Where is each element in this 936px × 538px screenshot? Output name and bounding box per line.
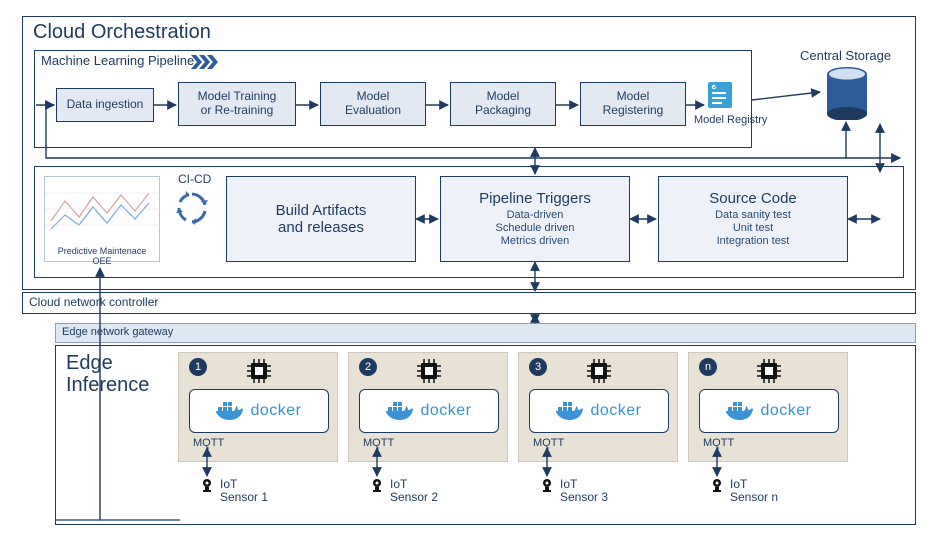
node-badge: n — [699, 358, 717, 376]
cicd-cycle-icon — [172, 188, 212, 228]
chevrons-icon — [191, 55, 225, 69]
edge-title: Edge Inference — [66, 352, 149, 396]
iot-sensor-n: IoT Sensor n — [710, 478, 778, 504]
docker-container: docker — [699, 389, 839, 433]
build-line1: Build Artifacts — [276, 202, 367, 219]
edge-node-2: 2 docker MQTT — [348, 352, 508, 462]
chip-icon — [585, 357, 613, 385]
source-title: Source Code — [709, 190, 797, 207]
iot-sensor-2: IoT Sensor 2 — [370, 478, 438, 504]
source-code-box: Source Code Data sanity testUnit testInt… — [658, 176, 848, 262]
node-badge: 1 — [189, 358, 207, 376]
chip-icon — [245, 357, 273, 385]
stage-model-registering: Model Registering — [580, 82, 686, 126]
camera-icon — [370, 478, 384, 492]
central-storage-label: Central Storage — [800, 48, 891, 63]
docker-whale-icon — [556, 400, 584, 422]
stage-model-evaluation: Model Evaluation — [320, 82, 426, 126]
docker-container: docker — [529, 389, 669, 433]
pm-oee-chart-icon — [45, 177, 161, 241]
edge-node-1: 1 docker MQTT — [178, 352, 338, 462]
central-storage-icon — [824, 66, 870, 120]
mqtt-label: MQTT — [193, 437, 224, 449]
mqtt-label: MQTT — [533, 437, 564, 449]
node-badge: 3 — [529, 358, 547, 376]
stage-model-training: Model Training or Re-training — [178, 82, 296, 126]
stage-model-packaging: Model Packaging — [450, 82, 556, 126]
edge-network-gateway-bar: Edge network gateway — [55, 323, 916, 343]
cloud-title: Cloud Orchestration — [33, 21, 211, 44]
docker-container: docker — [359, 389, 499, 433]
pm-oee-label: Predictive Maintenace OEE — [45, 246, 159, 266]
ml-pipeline-label: Machine Learning Pipeline — [41, 53, 194, 68]
camera-icon — [540, 478, 554, 492]
pm-oee-card: Predictive Maintenace OEE — [44, 176, 160, 262]
chip-icon — [755, 357, 783, 385]
stage-data-ingestion: Data ingestion — [56, 88, 154, 122]
architecture-diagram: Cloud Orchestration Machine Learning Pip… — [0, 0, 936, 538]
node-badge: 2 — [359, 358, 377, 376]
docker-whale-icon — [726, 400, 754, 422]
camera-icon — [200, 478, 214, 492]
build-line2: and releases — [278, 219, 364, 236]
mqtt-label: MQTT — [703, 437, 734, 449]
triggers-title: Pipeline Triggers — [479, 190, 591, 207]
cloud-network-controller-bar: Cloud network controller — [22, 292, 916, 314]
chip-icon — [415, 357, 443, 385]
docker-whale-icon — [386, 400, 414, 422]
camera-icon — [710, 478, 724, 492]
cicd-label: CI-CD — [178, 172, 211, 186]
iot-sensor-1: IoT Sensor 1 — [200, 478, 268, 504]
model-registry-icon — [706, 80, 734, 110]
model-registry-label: Model Registry — [694, 114, 767, 126]
edge-node-n: n docker MQTT — [688, 352, 848, 462]
edge-node-3: 3 docker MQTT — [518, 352, 678, 462]
iot-sensor-3: IoT Sensor 3 — [540, 478, 608, 504]
docker-whale-icon — [216, 400, 244, 422]
mqtt-label: MQTT — [363, 437, 394, 449]
pipeline-triggers-box: Pipeline Triggers Data-drivenSchedule dr… — [440, 176, 630, 262]
docker-container: docker — [189, 389, 329, 433]
build-artifacts-box: Build Artifacts and releases — [226, 176, 416, 262]
